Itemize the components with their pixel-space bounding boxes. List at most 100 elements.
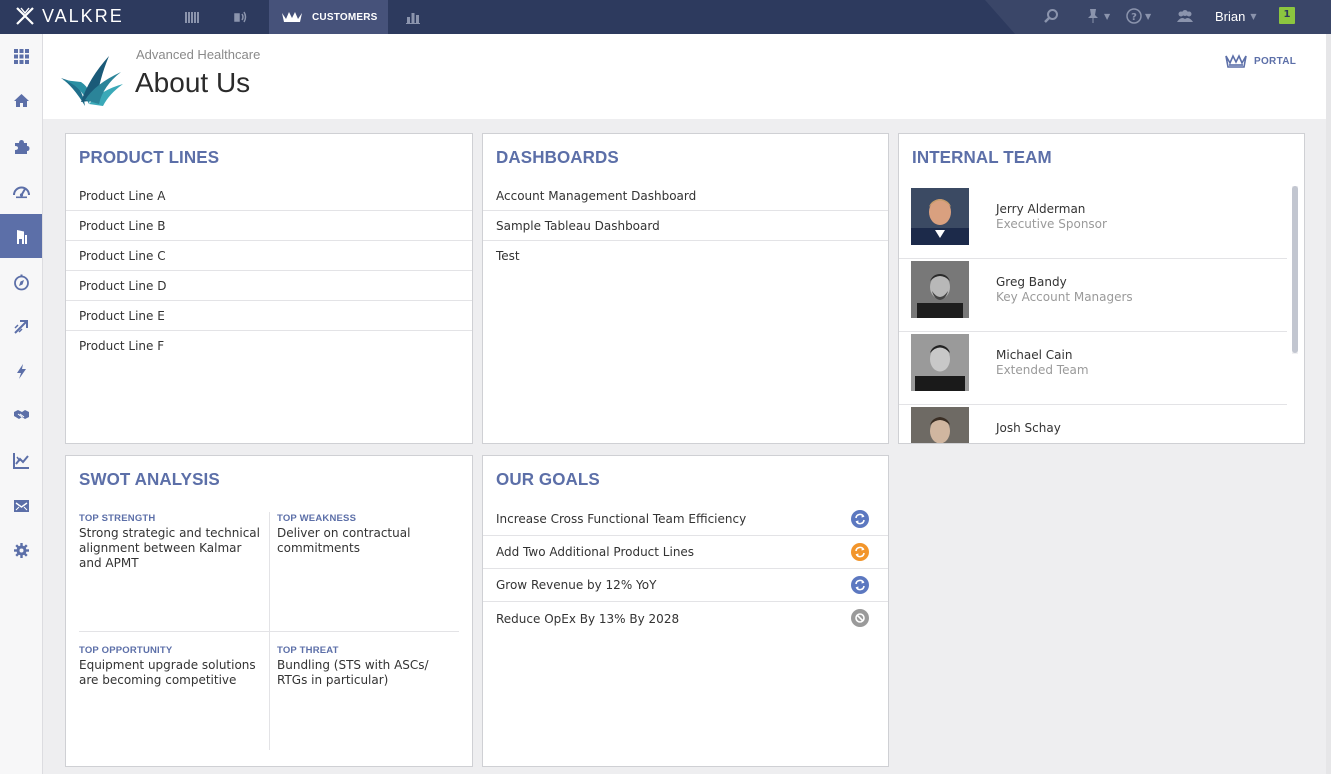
list-item[interactable]: Test <box>483 241 888 271</box>
member-role: Extended Team <box>996 363 1089 377</box>
chart-line-icon <box>12 452 29 469</box>
gear-icon <box>13 542 29 558</box>
group-button[interactable] <box>1176 5 1194 27</box>
avatar <box>911 261 969 318</box>
sidebar-item-apps[interactable] <box>0 34 42 78</box>
list-item[interactable]: Product Line A <box>66 181 472 211</box>
home-icon <box>13 93 29 107</box>
sidebar-item-explore[interactable] <box>0 260 42 304</box>
apps-icon <box>13 48 29 64</box>
gauge-icon <box>12 186 30 198</box>
tab-customers-label: CUSTOMERS <box>312 11 378 23</box>
help-icon: ? <box>1126 8 1142 24</box>
team-list: Jerry Alderman Executive Sponsor Greg Ba… <box>899 186 1287 443</box>
list-item[interactable]: Product Line F <box>66 331 472 361</box>
brand-name: VALKRE <box>42 5 124 26</box>
divider <box>79 631 459 632</box>
list-item[interactable]: Product Line E <box>66 301 472 331</box>
goal-item[interactable]: Reduce OpEx By 13% By 2028 <box>483 602 888 635</box>
member-role: Executive Sponsor <box>996 217 1107 231</box>
dashboard-grid-icon[interactable] <box>183 8 201 26</box>
team-member[interactable]: Greg Bandy Key Account Managers <box>899 259 1287 332</box>
bar-chart-icon[interactable] <box>404 8 422 26</box>
tab-customers[interactable]: CUSTOMERS <box>269 0 388 34</box>
scrollbar-thumb[interactable] <box>1292 186 1298 353</box>
swot-text: Deliver on contractual commitments <box>277 526 411 555</box>
goals-card: OUR GOALS Increase Cross Functional Team… <box>482 455 889 767</box>
member-role: Key Account Managers <box>996 290 1133 304</box>
member-name: Michael Cain <box>996 348 1073 362</box>
team-member[interactable]: Josh Schay <box>899 405 1287 443</box>
sidebar-item-analytics[interactable] <box>0 438 42 482</box>
swot-weakness: TOP WEAKNESS Deliver on contractual comm… <box>277 513 452 556</box>
swot-label: TOP WEAKNESS <box>277 513 357 524</box>
swot-label: TOP STRENGTH <box>79 513 156 524</box>
help-menu[interactable]: ? ▼ <box>1126 5 1151 27</box>
refresh-icon <box>851 576 869 594</box>
portal-link[interactable]: PORTAL <box>1225 53 1296 69</box>
team-scrollbar[interactable] <box>1292 186 1298 354</box>
page-title: About Us <box>135 67 251 98</box>
brand-logo[interactable]: VALKRE <box>14 5 124 27</box>
chevron-down-icon: ▼ <box>1104 11 1111 21</box>
sidebar-item-settings[interactable] <box>0 528 42 572</box>
topbar-bevel <box>985 0 1331 34</box>
sidebar-item-partners[interactable] <box>0 392 42 436</box>
building-icon <box>16 229 27 244</box>
sidebar-item-inbox[interactable] <box>0 483 42 527</box>
internal-team-card: INTERNAL TEAM Jerry Alderman Executive S… <box>898 133 1305 444</box>
member-name: Josh Schay <box>996 421 1061 435</box>
search-button[interactable] <box>1043 5 1059 27</box>
user-menu[interactable]: Brian ▼ <box>1215 5 1257 27</box>
card-title: SWOT ANALYSIS <box>79 469 220 490</box>
top-bar: VALKRE CUSTOMERS ▼ ? ▼ Brian ▼ 1 <box>0 0 1331 34</box>
chevron-down-icon: ▼ <box>1250 11 1257 21</box>
lightning-icon <box>16 363 26 379</box>
broadcast-icon[interactable] <box>232 8 250 26</box>
list-item[interactable]: Product Line B <box>66 211 472 241</box>
list-item[interactable]: Product Line D <box>66 271 472 301</box>
member-name: Jerry Alderman <box>996 202 1086 216</box>
sidebar-item-health[interactable] <box>0 169 42 213</box>
pin-menu[interactable]: ▼ <box>1085 5 1110 27</box>
company-logo <box>61 56 123 106</box>
member-name: Greg Bandy <box>996 275 1067 289</box>
list-item[interactable]: Product Line C <box>66 241 472 271</box>
page-header: Advanced Healthcare About Us PORTAL <box>43 34 1326 119</box>
team-member[interactable]: Michael Cain Extended Team <box>899 332 1287 405</box>
goals-list: Increase Cross Functional Team Efficienc… <box>483 503 888 635</box>
sidebar-item-growth[interactable] <box>0 304 42 348</box>
refresh-icon <box>851 543 869 561</box>
pin-icon <box>1088 9 1098 23</box>
refresh-icon <box>851 510 869 528</box>
avatar <box>911 407 969 443</box>
sidebar-item-home[interactable] <box>0 78 42 122</box>
avatar <box>911 188 969 245</box>
notification-badge[interactable]: 1 <box>1279 7 1295 24</box>
card-title: INTERNAL TEAM <box>912 147 1052 168</box>
swot-label: TOP THREAT <box>277 645 339 656</box>
goal-item[interactable]: Grow Revenue by 12% YoY <box>483 569 888 602</box>
goal-text: Increase Cross Functional Team Efficienc… <box>496 512 747 526</box>
valkre-logo-icon <box>16 7 34 25</box>
swot-text: Bundling (STS with ASCs/ RTGs in particu… <box>277 658 429 687</box>
list-item[interactable]: Sample Tableau Dashboard <box>483 211 888 241</box>
sidebar <box>0 34 43 774</box>
crown-icon <box>282 12 302 22</box>
list-item[interactable]: Account Management Dashboard <box>483 181 888 211</box>
sidebar-item-integrations[interactable] <box>0 124 42 168</box>
sidebar-item-account[interactable] <box>0 214 42 258</box>
page-subtitle: Advanced Healthcare <box>136 47 261 62</box>
group-icon <box>1177 10 1193 22</box>
handshake-icon <box>13 409 29 419</box>
swot-label: TOP OPPORTUNITY <box>79 645 173 656</box>
goal-text: Grow Revenue by 12% YoY <box>496 578 657 592</box>
goal-item[interactable]: Add Two Additional Product Lines <box>483 536 888 569</box>
swot-text: Strong strategic and technical alignment… <box>79 526 260 570</box>
product-lines-card: PRODUCT LINES Product Line A Product Lin… <box>65 133 473 444</box>
page-scrollbar[interactable] <box>1326 34 1331 774</box>
sidebar-item-actions[interactable] <box>0 349 42 393</box>
team-member[interactable]: Jerry Alderman Executive Sponsor <box>899 186 1287 259</box>
search-icon <box>1044 9 1058 23</box>
goal-item[interactable]: Increase Cross Functional Team Efficienc… <box>483 503 888 536</box>
